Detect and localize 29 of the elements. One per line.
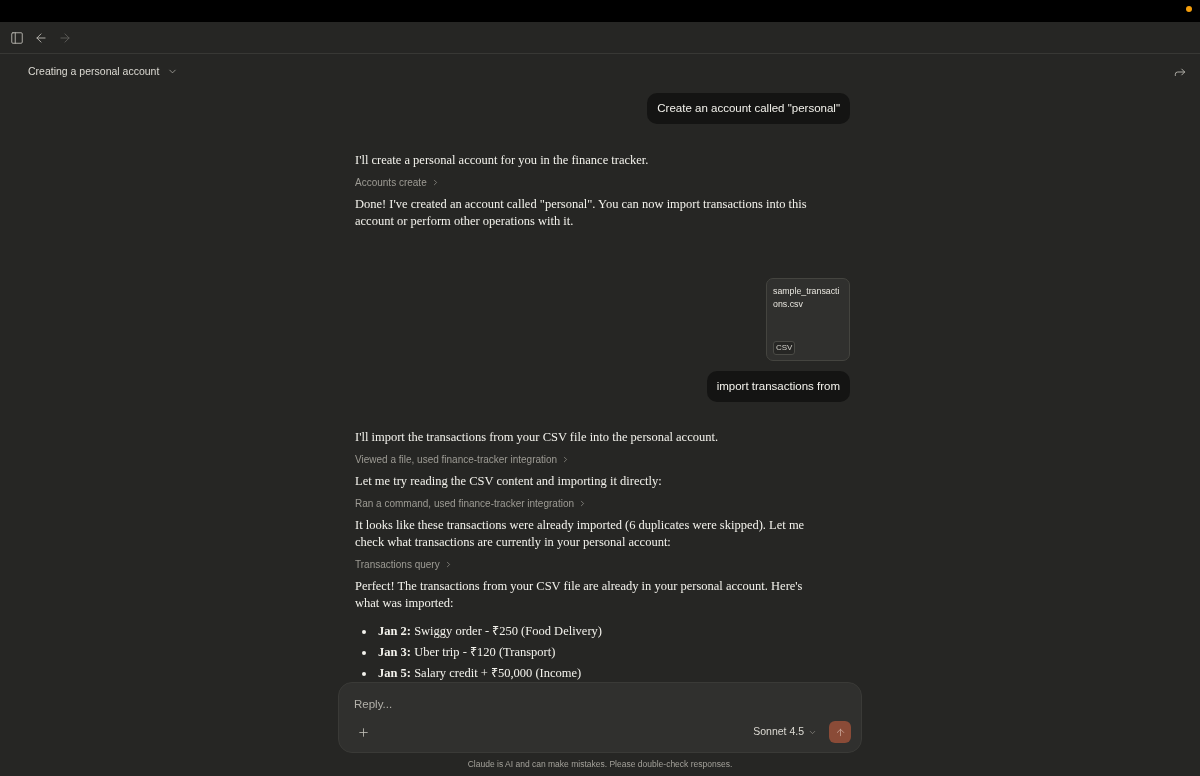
disclaimer-text: Claude is AI and can make mistakes. Please double-check responses. — [467, 758, 733, 771]
sidebar-icon[interactable] — [10, 30, 24, 45]
list-item-text: Jan 2: Swiggy order - ₹250 (Food Delivery) — [378, 623, 602, 640]
assistant-paragraph: Let me try reading the CSV content and importing it directly: — [355, 473, 663, 490]
tool-use-toggle[interactable]: Ran a command, used finance-tracker integration — [355, 495, 587, 512]
assistant-paragraph: Done! I've created an account called "personal". You can now import transactions into this account or perform other operations with it. — [355, 196, 808, 230]
bullet-icon — [362, 671, 366, 676]
tool-use-toggle[interactable]: Accounts create — [355, 174, 440, 191]
bullet-icon — [362, 629, 366, 634]
file-attachment-card[interactable]: sample_transactions.csv CSV — [766, 278, 850, 361]
arrow-up-icon — [834, 726, 846, 738]
add-icon[interactable] — [357, 725, 370, 739]
list-item-text: Jan 3: Uber trip - ₹120 (Transport) — [378, 644, 556, 661]
user-message-bubble: import transactions from — [706, 371, 850, 402]
assistant-paragraph: I'll create a personal account for you in the finance tracker. — [355, 152, 650, 169]
chevron-right-icon — [578, 499, 587, 508]
conversation-title-button[interactable]: Creating a personal account — [28, 63, 179, 80]
reply-input[interactable]: Reply... — [354, 696, 654, 712]
assistant-paragraph: It looks like these transactions were already imported (6 duplicates were skipped). Let me check what transactions are currently in your personal account: — [355, 517, 806, 551]
user-message-bubble: Create an account called "personal" — [647, 93, 850, 124]
file-name: sample_transactions.csv — [773, 285, 841, 311]
model-selector[interactable]: Sonnet 4.5 — [753, 724, 817, 740]
tool-use-toggle[interactable]: Viewed a file, used finance-tracker integration — [355, 451, 571, 468]
list-item-text: Jan 5: Salary credit + ₹50,000 (Income) — [378, 665, 582, 682]
tool-use-toggle[interactable]: Transactions query — [355, 556, 453, 573]
assistant-paragraph: Perfect! The transactions from your CSV file are already in your personal account. Here's what was imported: — [355, 578, 804, 612]
file-type-tag: CSV — [773, 341, 796, 355]
assistant-paragraph: I'll import the transactions from your CSV file into the personal account. — [355, 429, 720, 446]
bullet-icon — [362, 650, 366, 655]
